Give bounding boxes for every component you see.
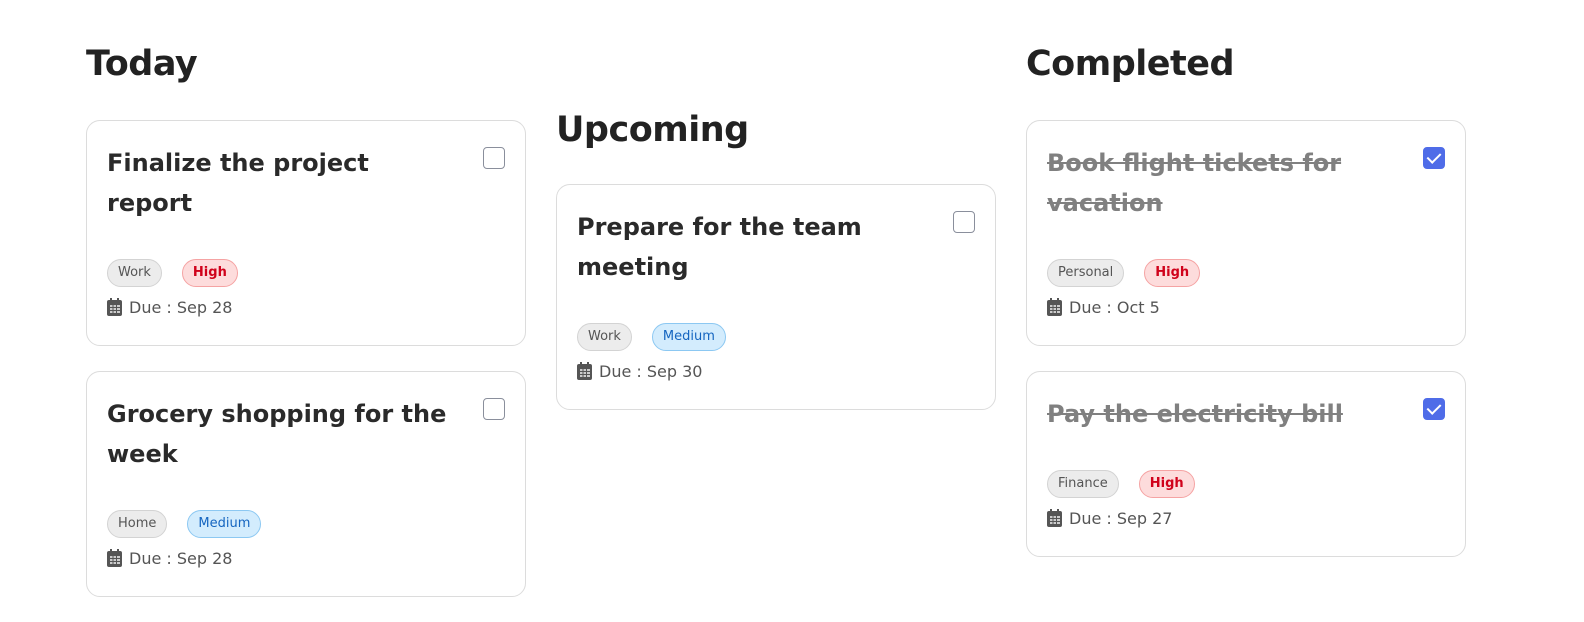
category-tag: Personal	[1047, 259, 1125, 287]
due-date: Due : Oct 5	[1047, 297, 1445, 319]
category-tag: Work	[107, 259, 162, 287]
calendar-icon	[1047, 298, 1062, 316]
due-date: Due : Sep 28	[107, 297, 505, 319]
due-text: Due : Sep 28	[129, 549, 233, 568]
due-date: Due : Sep 28	[107, 548, 505, 570]
task-checkbox[interactable]	[1423, 398, 1445, 420]
calendar-icon	[577, 362, 592, 380]
task-title: Pay the electricity bill	[1047, 400, 1343, 428]
column-today: Today Finalize the project report Work Hi…	[86, 0, 526, 622]
column-title: Completed	[1026, 44, 1235, 84]
due-text: Due : Sep 27	[1069, 509, 1173, 528]
task-card: Book flight tickets for vacation Persona…	[1026, 120, 1466, 346]
due-text: Due : Sep 28	[129, 298, 233, 317]
task-checkbox[interactable]	[953, 211, 975, 233]
priority-badge: High	[1138, 470, 1195, 498]
priority-badge: Medium	[187, 510, 262, 538]
task-checkbox[interactable]	[483, 147, 505, 169]
priority-badge: High	[181, 259, 238, 287]
category-tag: Work	[577, 323, 632, 351]
calendar-icon	[107, 298, 122, 316]
calendar-icon	[1047, 509, 1062, 527]
task-title: Grocery shopping for the week	[107, 400, 447, 468]
task-title: Finalize the project report	[107, 149, 369, 217]
category-tag: Home	[107, 510, 168, 538]
priority-badge: Medium	[651, 323, 726, 351]
column-title: Upcoming	[556, 110, 749, 150]
column-title: Today	[86, 44, 198, 84]
due-date: Due : Sep 30	[577, 361, 975, 383]
task-card: Pay the electricity bill Finance High Due…	[1026, 371, 1466, 557]
priority-badge: High	[1144, 259, 1201, 287]
task-title: Book flight tickets for vacation	[1047, 149, 1342, 217]
task-title: Prepare for the team meeting	[577, 213, 862, 281]
due-date: Due : Sep 27	[1047, 508, 1445, 530]
task-board: Today Finalize the project report Work Hi…	[86, 0, 1466, 622]
task-checkbox[interactable]	[483, 398, 505, 420]
task-card: Grocery shopping for the week Home Medium…	[86, 371, 526, 597]
task-card: Finalize the project report Work High Due…	[86, 120, 526, 346]
due-text: Due : Sep 30	[599, 362, 703, 381]
due-text: Due : Oct 5	[1069, 298, 1160, 317]
calendar-icon	[107, 549, 122, 567]
task-card: Prepare for the team meeting Work Medium …	[556, 184, 996, 410]
category-tag: Finance	[1047, 470, 1119, 498]
column-upcoming: Upcoming Prepare for the team meeting Wo…	[556, 0, 996, 622]
column-completed: Completed Book flight tickets for vacati…	[1026, 0, 1466, 622]
task-checkbox[interactable]	[1423, 147, 1445, 169]
